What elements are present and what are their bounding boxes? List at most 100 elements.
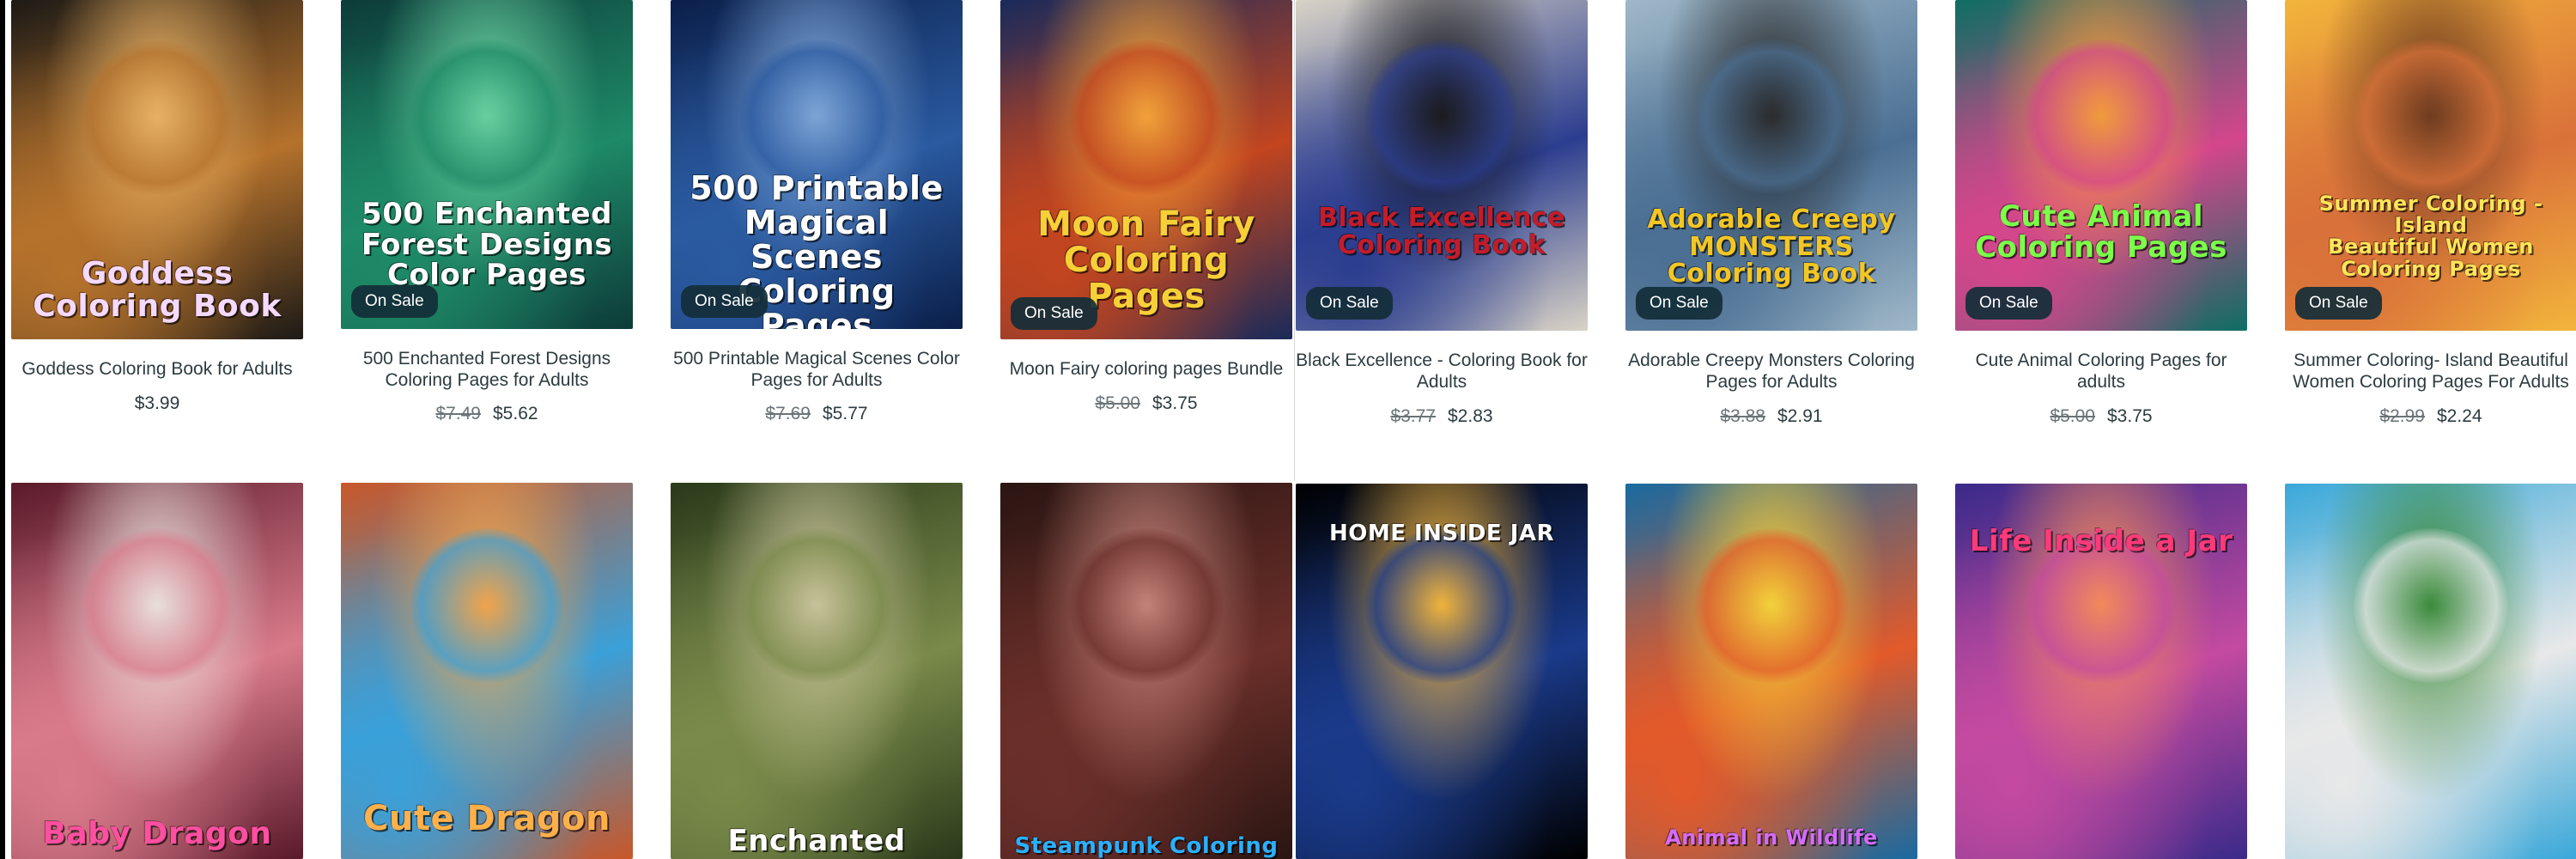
product-card[interactable]: Baby Dragon [11,483,303,859]
original-price: $7.69 [765,404,811,423]
cover-illustration [1694,40,1849,195]
product-cover-image[interactable]: Summer Coloring - Island Beautiful Women… [2285,0,2576,331]
current-price: $3.99 [134,393,180,413]
original-price: $7.49 [435,404,481,423]
product-title-link[interactable]: Cute Animal Coloring Pages for adults [1955,350,2247,393]
cover-title-text: Enchanted Forest [727,824,906,859]
product-card[interactable]: Life Inside a Jar [1955,484,2247,859]
product-card[interactable]: Goddess Coloring Book Goddess Coloring Bo… [11,0,303,430]
cover-title-text: Cute Animal Coloring Pages [1975,199,2227,265]
current-price: $5.77 [823,404,868,423]
cover-illustration [1364,528,1519,684]
product-title-link[interactable]: Adorable Creepy Monsters Coloring Pages … [1625,350,1917,393]
cover-title-text: Black Excellence Coloring Book [1318,203,1565,260]
cover-illustration [1069,527,1224,683]
product-card[interactable]: Cute Animal Coloring Pages On Sale Cute An… [1955,0,2247,430]
cover-title-text: Life Inside a Jar [1969,524,2233,558]
on-sale-badge: On Sale [1011,297,1097,330]
cover-illustration [739,527,894,683]
original-price: $2.99 [2379,406,2425,426]
window-edge [0,0,5,859]
product-cover-image[interactable]: 500 Enchanted Forest Designs Color Pages [341,0,633,329]
product-card[interactable]: HOME INSIDE JAR [1296,484,1588,859]
product-card[interactable]: Enchanted Forest [671,483,963,859]
product-cover-image[interactable]: 500 Printable Magical Scenes Coloring Pa… [671,0,963,329]
product-cover-image[interactable]: Black Excellence Coloring Book [1296,0,1588,331]
cover-title-text: Baby Dragon [42,816,272,851]
product-card[interactable]: 500 Enchanted Forest Designs Color Pages… [341,0,633,430]
cover-illustration [80,527,234,683]
product-cover-image[interactable]: Steampunk Coloring Pages [1000,483,1292,859]
cover-title-text: Adorable Creepy MONSTERS Coloring Book [1647,204,1896,289]
product-card[interactable]: Moon Fairy Coloring Pages On Sale Moon Fai… [1000,0,1292,430]
cover-illustration [1364,40,1519,195]
cover-title-text: Summer Coloring - Island Beautiful Women… [2318,192,2543,281]
product-cover-image[interactable]: HOME INSIDE JAR [1296,484,1588,859]
column-divider [1294,0,1295,481]
product-price-row: $3.99 [11,393,303,414]
current-price: $2.83 [1448,406,1493,426]
product-title-link[interactable]: Moon Fairy coloring pages Bundle [1000,358,1292,380]
cover-title-text: HOME INSIDE JAR [1328,521,1555,546]
on-sale-badge: On Sale [351,285,438,318]
product-price-row: $5.00 $3.75 [1000,393,1292,414]
product-price-row: $5.00 $3.75 [1955,406,2247,427]
product-cover-image[interactable]: Enchanted Forest [671,483,963,859]
product-title-link[interactable]: Black Excellence - Coloring Book for Adu… [1296,350,1588,393]
product-title-link[interactable]: 500 Enchanted Forest Designs Coloring Pa… [341,348,633,391]
cover-illustration [410,39,564,194]
product-cover-image[interactable]: Life Inside a Jar [1955,484,2247,859]
on-sale-badge: On Sale [1965,287,2052,320]
cover-illustration [1694,528,1849,684]
product-price-row: $3.77 $2.83 [1296,406,1588,427]
product-card[interactable]: Black Excellence Coloring Book On Sale Bla… [1296,0,1588,430]
original-price: $5.00 [1095,393,1140,413]
current-price: $3.75 [2107,406,2153,426]
product-cover-image[interactable]: Animal in Wildlife [1625,484,1917,859]
product-title-link[interactable]: Summer Coloring- Island Beautiful Women … [2285,350,2576,393]
product-cover-image[interactable]: Adorable Creepy MONSTERS Coloring Book [1625,0,1917,331]
product-cover-image[interactable]: Goddess Coloring Book [11,0,303,339]
product-card[interactable]: Animal in Wildlife [1625,484,1917,859]
product-card[interactable]: Cute Dragon [341,483,633,859]
product-cover-image[interactable]: Moon Fairy Coloring Pages [1000,0,1292,339]
product-cover-image[interactable] [2285,484,2576,859]
product-cover-image[interactable]: Baby Dragon [11,483,303,859]
product-title-link[interactable]: Goddess Coloring Book for Adults [11,358,303,380]
product-price-row: $2.99 $2.24 [2285,406,2576,427]
on-sale-badge: On Sale [1636,287,1722,320]
current-price: $2.24 [2437,406,2482,426]
product-card[interactable]: 500 Printable Magical Scenes Coloring Pa… [671,0,963,430]
on-sale-badge: On Sale [681,285,768,318]
product-price-row: $7.69 $5.77 [671,404,963,424]
product-cover-image[interactable]: Cute Animal Coloring Pages [1955,0,2247,331]
product-price-row: $7.49 $5.62 [341,404,633,424]
product-grid-page: Goddess Coloring Book Goddess Coloring Bo… [0,0,2576,859]
product-card[interactable]: Adorable Creepy MONSTERS Coloring Book On… [1625,0,1917,430]
cover-title-text: Goddess Coloring Book [33,256,282,324]
cover-illustration [1069,40,1224,196]
product-cover-image[interactable]: Cute Dragon [341,483,633,859]
current-price: $3.75 [1152,393,1198,413]
cover-title-text: 500 Enchanted Forest Designs Color Pages [361,197,613,293]
original-price: $5.00 [2050,406,2095,426]
cover-illustration [2354,528,2508,684]
on-sale-badge: On Sale [2295,287,2382,320]
cover-title-text: Cute Dragon [362,799,611,838]
cover-title-text: Animal in Wildlife [1665,825,1878,850]
cover-illustration [410,527,564,683]
on-sale-badge: On Sale [1306,287,1393,320]
cover-illustration [80,40,234,196]
current-price: $5.62 [493,404,538,423]
product-card[interactable]: Steampunk Coloring Pages [1000,483,1292,859]
product-price-row: $3.88 $2.91 [1625,406,1917,427]
cover-illustration [2354,40,2508,195]
cover-illustration [2024,40,2178,195]
original-price: $3.77 [1390,406,1436,426]
cover-title-text: Steampunk Coloring Pages [1014,833,1279,859]
current-price: $2.91 [1777,406,1823,426]
product-card[interactable] [2285,484,2576,859]
product-title-link[interactable]: 500 Printable Magical Scenes Color Pages… [671,348,963,391]
product-card[interactable]: Summer Coloring - Island Beautiful Women… [2285,0,2576,430]
original-price: $3.88 [1720,406,1765,426]
